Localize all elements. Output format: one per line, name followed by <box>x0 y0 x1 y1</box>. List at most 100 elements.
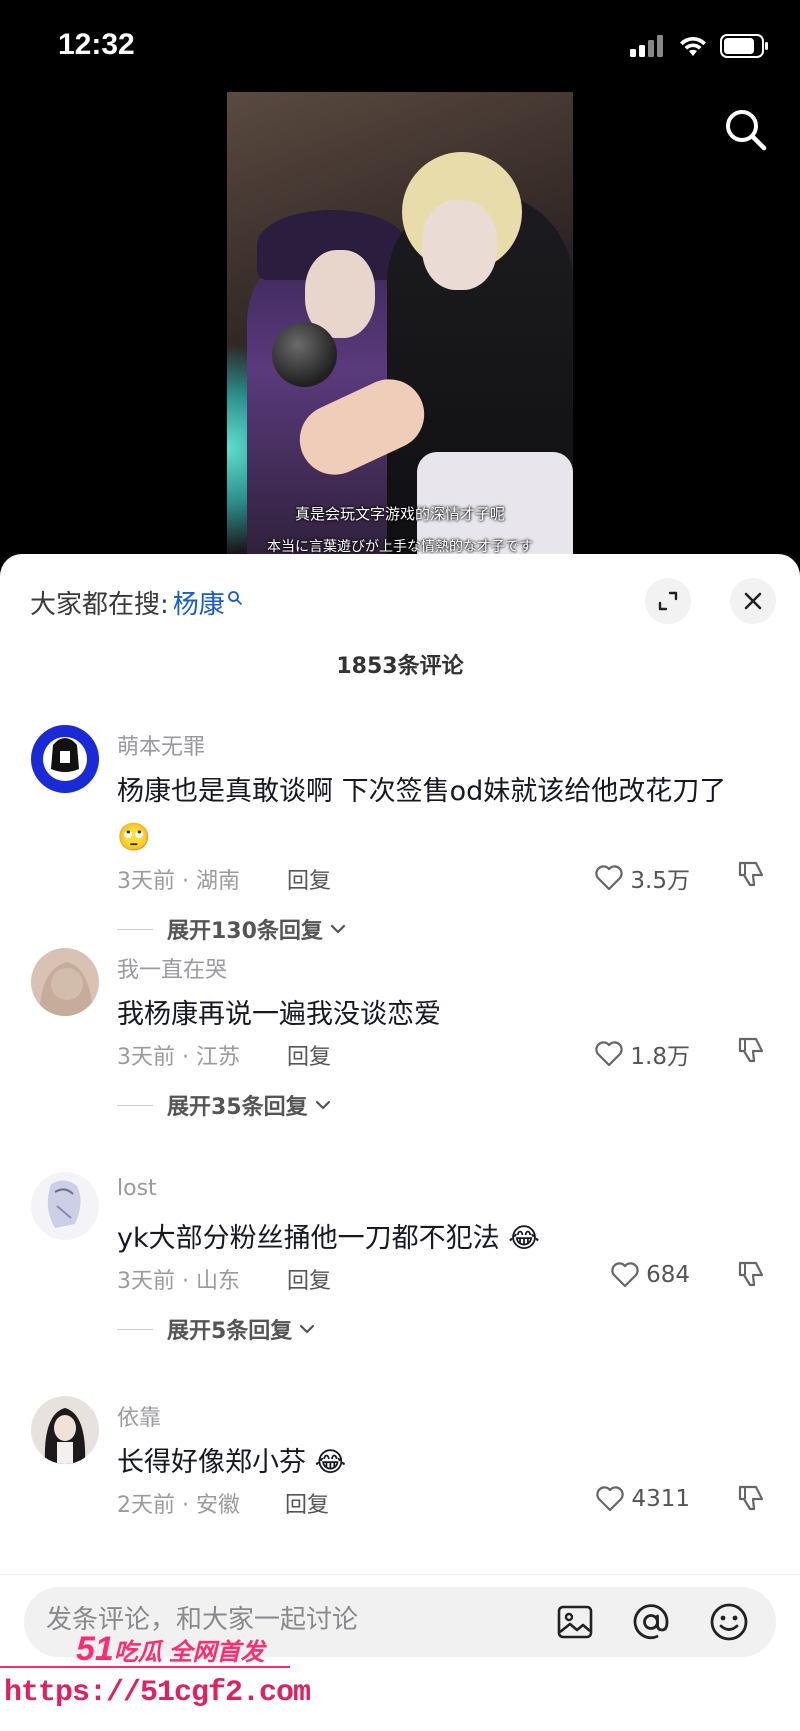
comment-item: 我一直在哭 我杨康再说一遍我没谈恋爱 3天前 · 江苏 回复 1.8万 展开35… <box>0 948 800 1121</box>
battery-icon <box>720 34 768 58</box>
comment-meta: 3天前 · 湖南 <box>117 869 240 894</box>
chevron-down-icon <box>300 1324 315 1334</box>
heart-icon <box>611 1262 639 1288</box>
signal-icon <box>630 35 663 57</box>
comment-emoji: 😂 <box>508 1223 540 1254</box>
like-button[interactable]: 4311 <box>595 1485 690 1513</box>
video-frame[interactable]: 真是会玩文字游戏的深情才子呢 本当に言葉遊びが上手な情熱的な才子です <box>227 92 573 554</box>
like-button[interactable]: 684 <box>610 1261 690 1289</box>
comment-item: 依靠 长得好像郑小芬 😂 2天前 · 安徽 回复 4311 <box>0 1396 800 1536</box>
comment-meta: 2天前 · 安徽 <box>117 1493 240 1518</box>
search-button[interactable] <box>722 106 770 154</box>
watermark-number: 51 <box>76 1630 114 1668</box>
expand-replies-button[interactable]: 展开35条回复 <box>117 1089 332 1121</box>
comment-username[interactable]: lost <box>117 1176 157 1201</box>
search-suggestion-prefix: 大家都在搜: <box>30 590 169 620</box>
comment-text: yk大部分粉丝捅他一刀都不犯法 😂 <box>117 1216 777 1262</box>
image-button[interactable] <box>554 1601 596 1643</box>
status-time: 12:32 <box>58 28 135 61</box>
dislike-button[interactable] <box>736 859 766 893</box>
chevron-down-icon <box>315 1100 330 1110</box>
heart-icon <box>596 1486 625 1512</box>
dislike-icon <box>738 1261 764 1287</box>
comment-text: 我杨康再说一遍我没谈恋爱 <box>117 992 777 1038</box>
search-suggestion-term[interactable]: 杨康 <box>173 584 225 621</box>
comment-username[interactable]: 我一直在哭 <box>117 952 227 984</box>
video-ball <box>272 322 337 387</box>
divider <box>117 1104 153 1106</box>
comment-text: 长得好像郑小芬 😂 <box>117 1440 777 1486</box>
divider <box>117 928 153 930</box>
reply-button[interactable]: 回复 <box>287 863 331 895</box>
small-search-icon <box>227 590 242 605</box>
reply-button[interactable]: 回复 <box>287 1039 331 1071</box>
like-count: 3.5万 <box>630 868 690 894</box>
expand-replies-label: 展开35条回复 <box>167 1095 308 1120</box>
close-icon <box>744 592 762 610</box>
comment-text: 杨康也是真敢谈啊 下次签售od妹就该给他改花刀了 🙄 <box>117 769 777 861</box>
comments-header: 大家都在搜: 杨康 1853条评论 <box>0 554 800 679</box>
at-icon <box>633 1604 669 1640</box>
like-count: 1.8万 <box>630 1044 690 1070</box>
emoji-button[interactable] <box>708 1601 750 1643</box>
comment-username[interactable]: 依靠 <box>117 1400 161 1432</box>
status-bar: 12:32 <box>0 0 800 92</box>
like-button[interactable]: 3.5万 <box>594 861 690 895</box>
video-face-right <box>422 200 497 290</box>
comment-emoji: 😂 <box>314 1447 347 1478</box>
watermark-line <box>0 1666 290 1668</box>
heart-icon <box>595 1041 624 1067</box>
comment-text-body: yk大部分粉丝捅他一刀都不犯法 <box>117 1223 500 1254</box>
avatar[interactable] <box>31 948 99 1016</box>
expand-button[interactable] <box>645 578 691 624</box>
dislike-icon <box>738 1485 764 1511</box>
watermark: 51吃瓜 全网首发 https://51cgf2.com <box>0 1628 311 1731</box>
search-icon <box>726 110 767 151</box>
comment-count: 1853条评论 <box>336 654 464 679</box>
comment-emoji: 🙄 <box>117 822 151 853</box>
comment-text-body: 杨康也是真敢谈啊 下次签售od妹就该给他改花刀了 <box>117 776 727 807</box>
video-player[interactable]: 真是会玩文字游戏的深情才子呢 本当に言葉遊びが上手な情熱的な才子です <box>0 92 800 554</box>
video-caption-2: 本当に言葉遊びが上手な情熱的な才子です <box>267 539 533 554</box>
dislike-icon <box>738 1037 764 1063</box>
like-count: 684 <box>646 1262 690 1288</box>
expand-icon <box>658 591 678 611</box>
like-button[interactable]: 1.8万 <box>594 1037 690 1071</box>
close-button[interactable] <box>730 578 776 624</box>
video-caption-1: 真是会玩文字游戏的深情才子呢 <box>294 505 505 523</box>
wifi-icon <box>680 36 706 56</box>
emoji-icon <box>710 1603 748 1641</box>
watermark-url: https://51cgf2.com <box>4 1676 311 1710</box>
watermark-text: 吃瓜 全网首发 <box>113 1639 265 1666</box>
image-icon <box>557 1605 593 1639</box>
comment-username[interactable]: 萌本无罪 <box>117 729 205 761</box>
expand-replies-button[interactable]: 展开5条回复 <box>117 1313 316 1345</box>
avatar[interactable] <box>31 725 99 793</box>
dislike-button[interactable] <box>736 1483 766 1517</box>
avatar[interactable] <box>31 1396 99 1464</box>
expand-replies-label: 展开130条回复 <box>167 919 323 944</box>
reply-button[interactable]: 回复 <box>285 1487 329 1519</box>
comment-item: 萌本无罪 杨康也是真敢谈啊 下次签售od妹就该给他改花刀了 🙄 3天前 · 湖南… <box>0 725 800 944</box>
divider <box>117 1328 153 1330</box>
reply-button[interactable]: 回复 <box>287 1263 331 1295</box>
comment-item: lost yk大部分粉丝捅他一刀都不犯法 😂 3天前 · 山东 回复 684 展… <box>0 1172 800 1345</box>
comments-panel: 大家都在搜: 杨康 1853条评论 萌本无罪 杨康也是真敢谈啊 下次签售od妹就… <box>0 554 800 1731</box>
dislike-button[interactable] <box>736 1035 766 1069</box>
heart-icon <box>595 865 624 891</box>
mention-button[interactable] <box>630 1601 672 1643</box>
watermark-title: 51吃瓜 全网首发 <box>76 1630 265 1669</box>
status-icons <box>630 34 770 58</box>
chevron-down-icon <box>330 924 346 934</box>
comment-meta: 3天前 · 江苏 <box>117 1045 240 1070</box>
expand-replies-label: 展开5条回复 <box>167 1319 293 1344</box>
avatar[interactable] <box>31 1172 99 1240</box>
dislike-icon <box>738 861 764 887</box>
comment-text-body: 长得好像郑小芬 <box>117 1447 306 1478</box>
expand-replies-button[interactable]: 展开130条回复 <box>117 913 347 945</box>
comment-meta: 3天前 · 山东 <box>117 1269 240 1294</box>
like-count: 4311 <box>631 1486 690 1512</box>
search-suggestion[interactable]: 大家都在搜: 杨康 <box>30 584 243 621</box>
comment-text-body: 我杨康再说一遍我没谈恋爱 <box>117 999 441 1030</box>
dislike-button[interactable] <box>736 1259 766 1293</box>
